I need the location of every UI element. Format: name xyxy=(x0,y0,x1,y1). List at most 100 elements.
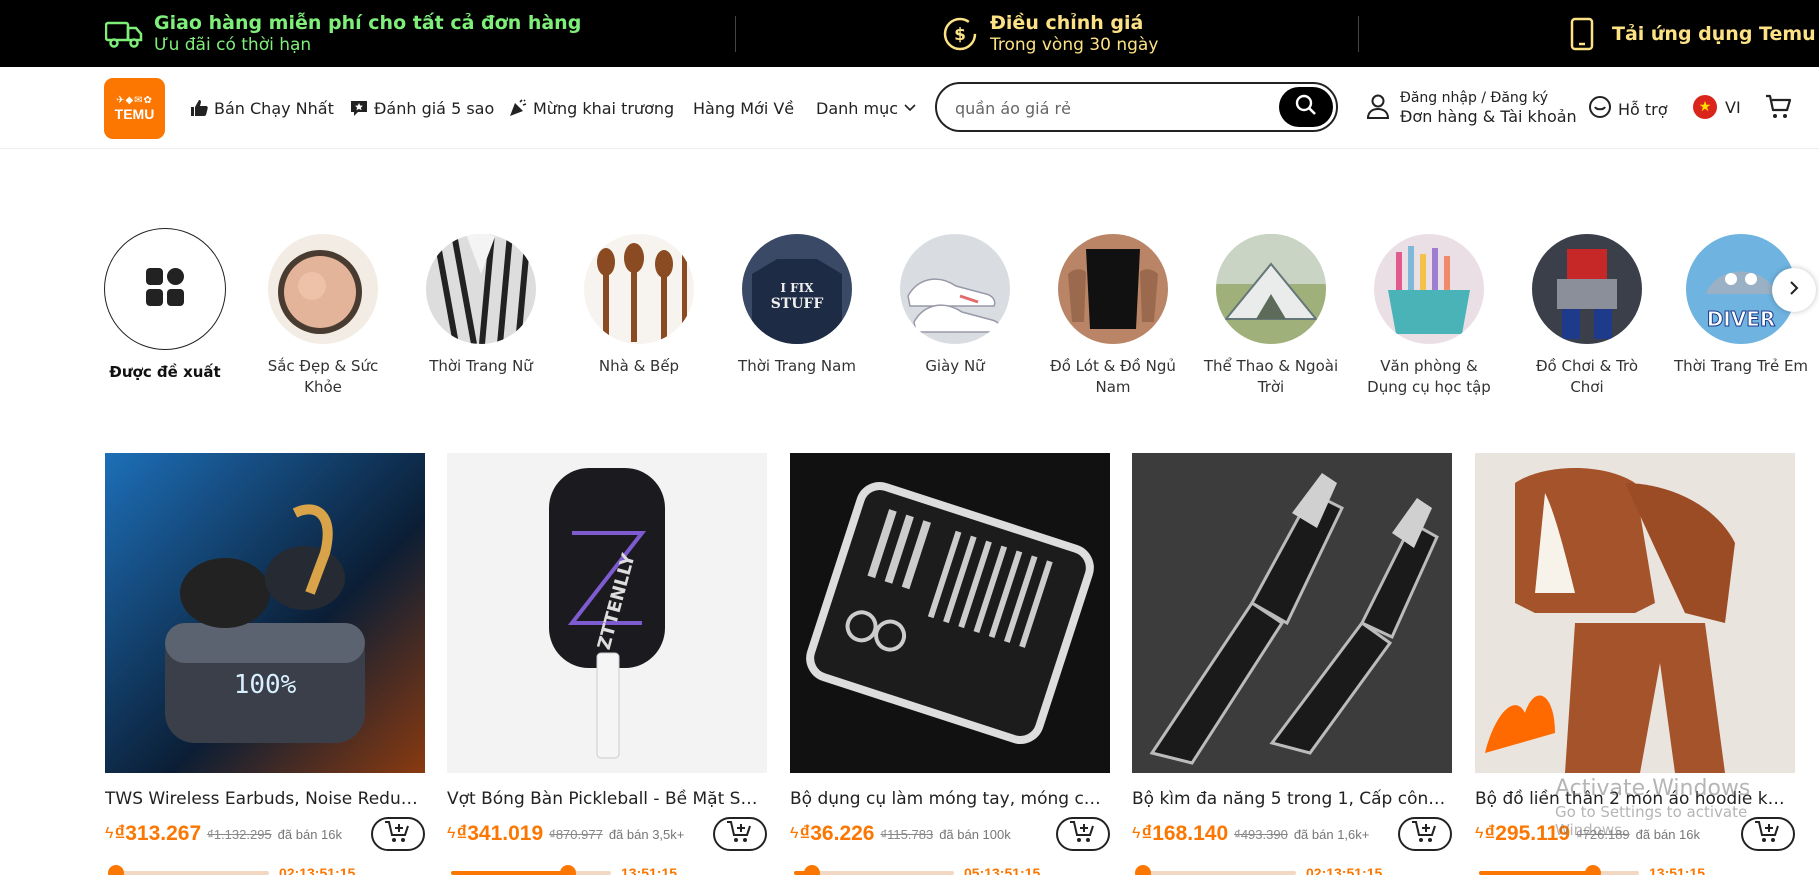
category-mens-fashion[interactable]: I FIX STUFF Thời Trang Nam xyxy=(727,228,867,377)
product-title: Vợt Bóng Bàn Pickleball - Bề Mặt Sợi C..… xyxy=(447,789,767,809)
logo-text: TEMU xyxy=(114,106,155,122)
add-to-cart-button[interactable] xyxy=(713,817,767,851)
add-cart-icon xyxy=(1411,820,1439,849)
price-adjust-banner[interactable]: $ Điều chỉnh giá Trong vòng 30 ngày xyxy=(940,0,1158,67)
product-image xyxy=(1475,453,1795,773)
product-old-price: ₫1.132.295 xyxy=(207,826,272,842)
truck-icon xyxy=(104,14,144,54)
timer-bar-dot xyxy=(107,865,124,875)
chevron-right-icon xyxy=(1789,280,1799,301)
cart-button[interactable] xyxy=(1764,93,1792,126)
product-card[interactable]: 100% TWS Wireless Earbuds, Noise Reducti… xyxy=(105,453,425,875)
price-adjust-subtitle: Trong vòng 30 ngày xyxy=(990,34,1159,55)
category-circle xyxy=(104,228,226,350)
lightning-icon: ϟ xyxy=(1132,825,1141,842)
category-image xyxy=(900,234,1010,344)
category-label: Văn phòng & Dụng cụ học tập xyxy=(1367,357,1491,396)
category-image xyxy=(584,234,694,344)
search-button[interactable] xyxy=(1279,87,1333,127)
temu-logo[interactable]: ✈◆✉✿ TEMU xyxy=(104,78,165,139)
product-image: ZTTENLLY xyxy=(447,453,767,773)
nav-five-star[interactable]: Đánh giá 5 sao xyxy=(349,67,494,149)
svg-text:100%: 100% xyxy=(234,670,297,700)
free-shipping-title: Giao hàng miễn phí cho tất cả đơn hàng xyxy=(154,11,582,34)
product-sold-count: đã bán 16k xyxy=(277,826,343,842)
timer-countdown: 13:51:15 xyxy=(1649,865,1706,875)
category-recommended[interactable]: Được đề xuất xyxy=(95,228,235,383)
category-home-kitchen[interactable]: Nhà & Bếp xyxy=(569,228,709,377)
carousel-next-button[interactable] xyxy=(1772,268,1816,312)
chat-support-icon xyxy=(1588,95,1612,123)
category-label: Đồ Lót & Đồ Ngủ Nam xyxy=(1050,357,1176,396)
product-grid: 100% TWS Wireless Earbuds, Noise Reducti… xyxy=(0,453,1819,875)
product-title: Bộ kìm đa năng 5 trong 1, Cấp công ng... xyxy=(1132,789,1452,809)
product-old-price: ₫115.783 xyxy=(880,826,934,842)
add-to-cart-button[interactable] xyxy=(1398,817,1452,851)
category-label: Giày Nữ xyxy=(925,357,985,375)
promo-divider xyxy=(735,16,736,52)
add-to-cart-button[interactable] xyxy=(1056,817,1110,851)
category-label: Thời Trang Nữ xyxy=(429,357,533,375)
category-beauty[interactable]: Sắc Đẹp & Sức Khỏe xyxy=(253,228,393,398)
add-to-cart-button[interactable] xyxy=(371,817,425,851)
product-price: ₫168.140 xyxy=(1141,822,1229,845)
nav-categories[interactable]: Danh mục xyxy=(816,67,921,149)
product-card[interactable]: ZTTENLLY Vợt Bóng Bàn Pickleball - Bề Mặ… xyxy=(447,453,767,875)
product-sold-count: đã bán 1,6k+ xyxy=(1293,826,1370,842)
price-row: ϟ ₫313.267 ₫1.132.295 đã bán 16k xyxy=(105,817,425,851)
product-card[interactable]: Bộ dụng cụ làm móng tay, móng chân ... ϟ… xyxy=(790,453,1110,875)
support-link[interactable]: Hỗ trợ xyxy=(1588,95,1668,123)
category-image xyxy=(1216,234,1326,344)
nav-label: Danh mục xyxy=(816,98,899,118)
watermark-line2: Go to Settings to activate Windows. xyxy=(1555,803,1748,839)
timer-bar-dot xyxy=(804,865,820,875)
product-card[interactable]: Bộ kìm đa năng 5 trong 1, Cấp công ng...… xyxy=(1132,453,1452,875)
account-menu[interactable]: Đăng nhập / Đăng ký Đơn hàng & Tài khoản xyxy=(1366,89,1577,127)
nav-new-arrivals[interactable]: Hàng Mới Về xyxy=(693,67,794,149)
product-title: TWS Wireless Earbuds, Noise Reduction... xyxy=(105,789,425,809)
free-shipping-banner[interactable]: Giao hàng miễn phí cho tất cả đơn hàng Ư… xyxy=(104,0,581,67)
language-selector[interactable]: ★ VI xyxy=(1693,95,1741,119)
timer-countdown: 05:13:51:15 xyxy=(964,865,1041,875)
search-input[interactable] xyxy=(955,96,1275,120)
lightning-icon: ϟ xyxy=(105,825,114,842)
product-sold-count: đã bán 100k xyxy=(939,826,1011,842)
search-icon xyxy=(1294,93,1318,122)
price-adjust-title: Điều chỉnh giá xyxy=(990,11,1144,34)
category-mens-underwear[interactable]: Đồ Lót & Đồ Ngủ Nam xyxy=(1043,228,1183,398)
product-title: Bộ dụng cụ làm móng tay, móng chân ... xyxy=(790,789,1110,809)
category-sports-outdoor[interactable]: Thể Thao & Ngoài Trời xyxy=(1201,228,1341,398)
download-app-label: Tải ứng dụng Temu xyxy=(1612,22,1816,45)
flash-sale-timer: 02:13:51:15 xyxy=(105,865,425,875)
flash-sale-timer: 02:13:51:15 xyxy=(1132,865,1452,875)
account-orders-label: Đơn hàng & Tài khoản xyxy=(1400,107,1577,126)
timer-bar-dot xyxy=(560,865,577,875)
nav-label: Bán Chạy Nhất xyxy=(214,98,334,118)
product-old-price: ₫493.390 xyxy=(1234,826,1288,842)
category-label: Thời Trang Nam xyxy=(738,357,856,375)
free-shipping-subtitle: Ưu đãi có thời hạn xyxy=(154,34,312,55)
download-app-banner[interactable]: Tải ứng dụng Temu xyxy=(1562,0,1816,67)
add-cart-icon xyxy=(726,820,754,849)
windows-activation-watermark: Activate Windows Go to Settings to activ… xyxy=(1555,776,1819,839)
nav-label: Mừng khai trương xyxy=(533,98,675,118)
price-adjust-icon: $ xyxy=(940,14,980,54)
category-image: I FIX STUFF xyxy=(742,234,852,344)
timer-countdown: 02:13:51:15 xyxy=(1306,865,1383,875)
phone-icon xyxy=(1562,14,1602,54)
category-toys-games[interactable]: Đồ Chơi & Trò Chơi xyxy=(1517,228,1657,398)
user-icon xyxy=(1366,93,1390,124)
category-womens-fashion[interactable]: Thời Trang Nữ xyxy=(411,228,551,377)
add-cart-icon xyxy=(1069,820,1097,849)
category-office-school[interactable]: Văn phòng & Dụng cụ học tập xyxy=(1359,228,1499,398)
party-popper-icon xyxy=(508,98,528,118)
product-price: ₫36.226 xyxy=(799,822,875,845)
nav-best-sellers[interactable]: Bán Chạy Nhất xyxy=(189,67,334,149)
timer-countdown: 02:13:51:15 xyxy=(279,865,356,875)
price-row: ϟ ₫341.019 ₫870.977 đã bán 3,5k+ xyxy=(447,817,767,851)
product-image xyxy=(1132,453,1452,773)
category-womens-shoes[interactable]: Giày Nữ xyxy=(885,228,1025,377)
nav-grand-opening[interactable]: Mừng khai trương xyxy=(508,67,674,149)
category-carousel: Được đề xuất Sắc Đẹp & Sức Khỏe Thời Tra… xyxy=(0,228,1819,408)
watermark-line1: Activate Windows xyxy=(1555,776,1751,801)
